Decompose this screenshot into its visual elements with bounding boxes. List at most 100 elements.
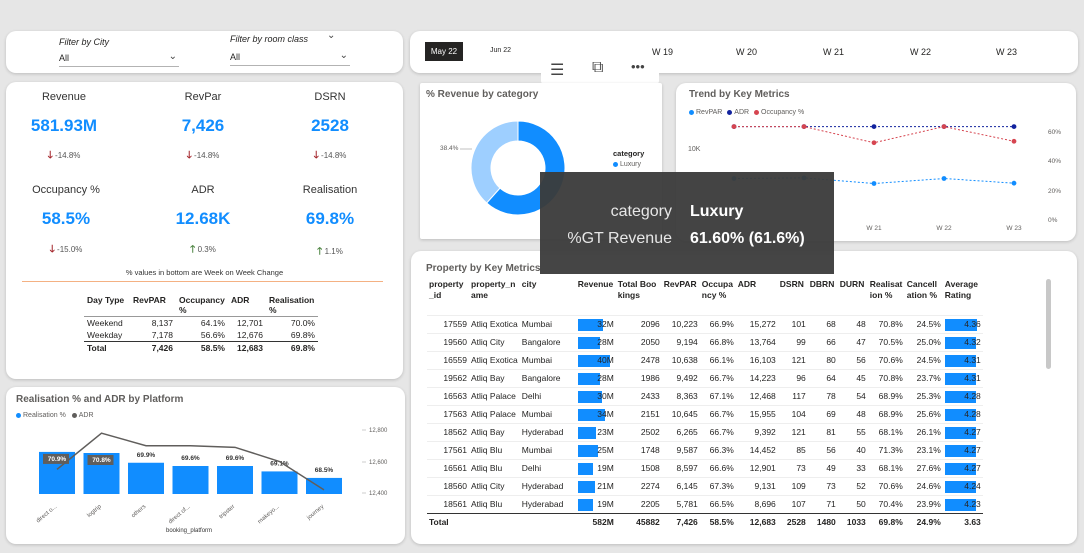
table-row[interactable]: 18562 Atliq Bay Hyderabad 23M 2502 6,265 66.7%… [427,422,983,441]
table-cell: 68.9% [867,404,905,423]
table-total-row: Total 582M 45882 7,426 58.5% 12,683 2528 1480 10… [427,513,983,531]
table-row[interactable]: 16563 Atliq Palace Delhi 30M 2433 8,363 67.1% 1… [427,386,983,405]
scrollbar[interactable] [1046,279,1051,369]
table-cell: 10,223 [661,314,700,333]
timeline-selected[interactable]: May 22 [425,42,463,61]
timeline-item[interactable]: W 21 [823,47,844,57]
table-row[interactable]: 17561 Atliq Blu Mumbai 25M 1748 9,587 66.3% 14,… [427,440,983,459]
table-row[interactable]: Weekday 7,178 56.6% 12,676 69.8% [84,329,318,342]
table-cell: Delhi [519,386,576,405]
timeline-item[interactable]: W 23 [996,47,1017,57]
data-label: 69.9% [137,452,156,459]
column-header[interactable]: property_id [427,279,469,315]
table-cell: 26.1% [904,422,943,441]
kpi-label-occupancy: Occupancy % [32,184,100,196]
column-header[interactable]: city [520,279,576,315]
column-header[interactable]: ADR [736,279,778,315]
table-cell: 9,492 [661,368,700,387]
table-cell: 117 [777,386,808,405]
table-cell: Total [429,517,449,528]
table-cell: 48 [837,404,868,423]
column-header[interactable]: Cancellation % [905,279,943,315]
table-cell: 7,426 [676,517,698,528]
legend-item[interactable]: Luxury [613,161,641,168]
table-cell: 56 [807,440,838,459]
table-cell: 68.1% [867,458,905,477]
column-header[interactable]: Average Rating [943,279,983,315]
table-cell: Hyderabad [519,476,576,495]
table-cell: 12,468 [735,386,778,405]
arrow-up-icon: 🡑 [190,244,196,255]
column-header[interactable]: property_name [469,279,520,315]
filters-card: Filter by City All ⌄ Filter by room clas… [6,30,403,73]
kpi-delta-revenue: 🡓 -14.8% [47,150,81,161]
data-label: 68.5% [315,467,334,474]
table-cell: 19562 [427,368,469,387]
table-cell: 58.5% [200,343,225,353]
table-cell: 25.3% [904,386,943,405]
timeline-item[interactable]: Jun 22 [490,47,511,54]
kpi-delta-occupancy: 🡓 -15.0% [49,244,83,255]
table-cell: 70.8% [867,368,905,387]
more-options-icon[interactable]: ••• [631,59,645,74]
column-header[interactable]: Revenue [576,279,616,315]
table-cell: Hyderabad [519,494,576,513]
kpi-label-realisation: Realisation [302,184,358,196]
x-tick-label: W 22 [936,225,952,232]
column-header[interactable]: DSRN [778,279,808,315]
table-row[interactable]: 17563 Atliq Palace Mumbai 34M 2151 10,645 66.7… [427,404,983,423]
table-cell: 32M [597,319,614,329]
table-row[interactable]: 18560 Atliq City Hyderabad 21M 2274 6,145 67.3… [427,476,983,495]
table-cell: 47 [837,332,868,351]
table-cell: 52 [837,476,868,495]
table-cell: 45882 [636,517,660,528]
table-cell: 2274 [615,476,662,495]
table-cell: Atliq City [469,476,520,495]
y-tick-label: 12,600 [369,460,388,466]
table-cell: 9,587 [661,440,700,459]
column-header[interactable]: RevPAR [662,279,700,315]
table-cell: 2528 [786,517,806,528]
table-cell: Weekday [87,330,123,340]
tooltip-key: %GT Revenue [567,230,672,247]
chevron-down-icon[interactable]: ⌄ [327,30,335,41]
table-cell: 66.3% [699,440,736,459]
column-header[interactable]: Occupancy % [700,279,736,315]
column-header[interactable]: Total Bookings [616,279,662,315]
donut-label: 38.4% [440,145,459,152]
filter-icon[interactable]: ☰ [550,60,564,80]
timeline-item[interactable]: W 22 [910,47,931,57]
table-cell: 96 [777,368,808,387]
table-cell: 66.1% [699,350,736,369]
table-row[interactable]: 16559 Atliq Exotica Mumbai 40M 2478 10,638 66.… [427,350,983,369]
table-cell: 73 [807,476,838,495]
data-label: 69.6% [226,455,245,462]
property-table-card: Property by Key Metrics property_id prope… [411,251,1077,544]
table-cell: 12,683 [749,517,776,528]
table-row[interactable]: 18561 Atliq Blu Hyderabad 19M 2205 5,781 66.5%… [427,494,983,513]
room-filter-select[interactable]: All ⌄ [230,50,350,66]
bar [217,466,253,494]
table-title: Property by Key Metrics [426,263,541,274]
table-header: Occupancy % [179,295,225,315]
table-row[interactable]: 19562 Atliq Bay Bangalore 28M 1986 9,492 66.7%… [427,368,983,387]
timeline-item[interactable]: W 19 [652,47,673,57]
focus-mode-icon[interactable]: ⧉ [592,59,603,77]
city-filter-select[interactable]: All ⌄ [59,51,179,67]
table-row[interactable]: 19560 Atliq City Bangalore 28M 2050 9,194 66.8… [427,332,983,351]
column-header[interactable]: DBRN [808,279,838,315]
table-row[interactable]: Weekend 8,137 64.1% 12,701 70.0% [84,316,318,330]
visual-header: ☰ ⧉ ••• [541,58,659,84]
table-cell: 12,683 [237,343,263,353]
table-row[interactable]: 16561 Atliq Blu Delhi 19M 1508 8,597 66.6% 12,9… [427,458,983,477]
table-cell: 18562 [427,422,469,441]
x-tick-label: direct of... [168,504,192,526]
table-cell: 2096 [615,314,662,333]
column-header[interactable]: Realisation % [868,279,905,315]
column-header[interactable]: DURN [838,279,868,315]
table-cell: 17559 [427,314,469,333]
x-tick-label: W 23 [1006,225,1022,232]
table-cell: Weekend [87,318,123,328]
timeline-item[interactable]: W 20 [736,47,757,57]
table-row[interactable]: 17559 Atliq Exotica Mumbai 32M 2096 10,223 66.… [427,314,983,333]
